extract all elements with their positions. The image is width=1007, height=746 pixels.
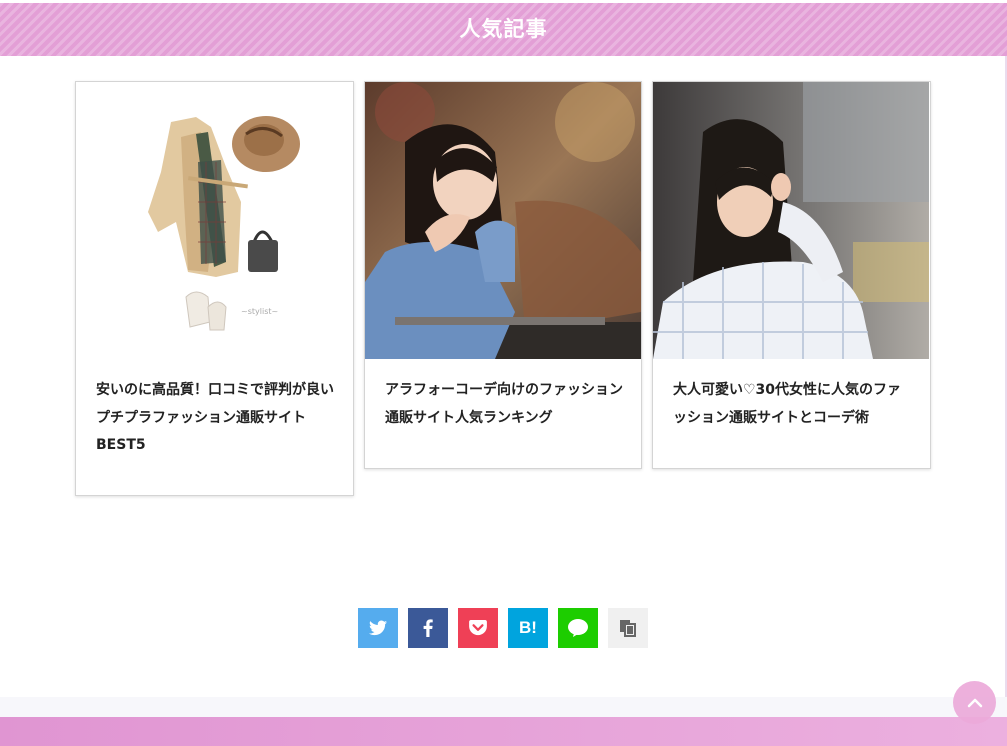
twitter-share-button[interactable] (358, 608, 398, 648)
article-card-2[interactable]: アラフォーコーデ向けのファッション通販サイト人気ランキング (364, 81, 642, 469)
popular-articles-header: 人気記事 (0, 0, 1007, 56)
footer-bar (0, 717, 1007, 746)
article-title-1[interactable]: 安いのに高品質！口コミで評判が良いプチプラファッション通販サイトBEST5 (96, 377, 336, 460)
line-icon (568, 619, 588, 637)
copy-link-button[interactable] (608, 608, 648, 648)
pocket-share-button[interactable] (458, 608, 498, 648)
chevron-up-icon (967, 698, 982, 707)
hatena-bookmark-icon: B! (519, 618, 537, 637)
facebook-icon (423, 619, 433, 637)
svg-text:~stylist~: ~stylist~ (241, 307, 278, 316)
hatena-share-button[interactable]: B! (508, 608, 548, 648)
article-thumbnail-2[interactable] (365, 82, 641, 359)
handbag-icon (248, 230, 278, 272)
facebook-share-button[interactable] (408, 608, 448, 648)
article-card-3[interactable]: 大人可愛い♡30代女性に人気のファッション通販サイトとコーデ術 (652, 81, 931, 469)
scroll-to-top-button[interactable] (953, 681, 996, 724)
footer-spacer (0, 697, 1007, 717)
hat-icon (232, 116, 300, 172)
copy-icon (620, 620, 636, 637)
section-title: 人気記事 (459, 17, 548, 41)
line-share-button[interactable] (558, 608, 598, 648)
twitter-icon (369, 620, 387, 636)
article-title-3[interactable]: 大人可愛い♡30代女性に人気のファッション通販サイトとコーデ術 (673, 377, 913, 432)
article-thumbnail-3[interactable] (653, 82, 929, 359)
article-thumbnail-1[interactable]: ~stylist~ (76, 82, 352, 359)
article-card-1[interactable]: ~stylist~ 安いのに高品質！口コミで評判が良いプチプラファッション通販サ… (75, 81, 354, 496)
article-title-2[interactable]: アラフォーコーデ向けのファッション通販サイト人気ランキング (385, 377, 625, 432)
pocket-icon (469, 620, 487, 636)
